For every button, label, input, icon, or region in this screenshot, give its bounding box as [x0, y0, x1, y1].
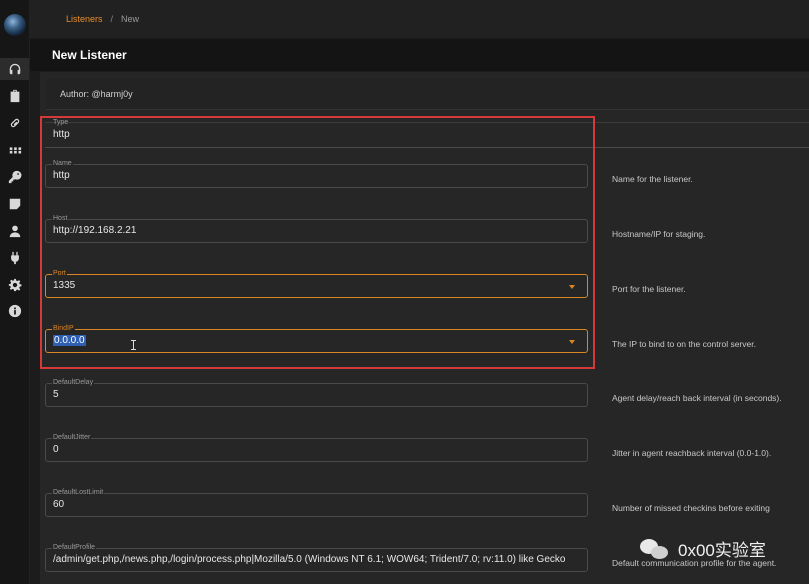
default-delay-field[interactable] — [45, 383, 588, 407]
port-help: Port for the listener. — [612, 284, 686, 294]
grid-icon[interactable] — [0, 139, 29, 161]
page-title: New Listener — [52, 48, 127, 62]
note-icon[interactable] — [0, 193, 29, 215]
user-icon[interactable] — [0, 220, 29, 242]
default-delay-label: DefaultDelay — [52, 379, 95, 387]
author-row: Author: @harmj0y — [46, 79, 809, 110]
top-bar: Listeners / New — [30, 0, 809, 38]
watermark-text: 0x00实验室 — [678, 541, 766, 560]
watermark: 0x00实验室 — [640, 536, 766, 561]
breadcrumb-current: New — [121, 14, 140, 24]
bindip-help: The IP to bind to on the control server. — [612, 339, 756, 349]
default-lost-limit-label: DefaultLostLimit — [52, 489, 105, 497]
default-jitter-label: DefaultJitter — [52, 434, 92, 442]
breadcrumb-separator: / — [110, 14, 114, 24]
app-logo[interactable] — [4, 14, 26, 36]
briefcase-icon[interactable] — [0, 85, 29, 107]
host-help: Hostname/IP for staging. — [612, 229, 706, 239]
name-help: Name for the listener. — [612, 174, 693, 184]
headphones-icon[interactable] — [0, 58, 29, 80]
info-icon[interactable] — [0, 300, 29, 322]
default-profile-value[interactable]: /admin/get.php,/news.php,/login/process.… — [53, 554, 583, 565]
default-delay-value[interactable]: 5 — [53, 389, 59, 400]
breadcrumb: Listeners / New — [66, 14, 139, 24]
plug-icon[interactable] — [0, 247, 29, 269]
default-delay-help: Agent delay/reach back interval (in seco… — [612, 393, 782, 403]
highlight-box — [40, 116, 595, 369]
sidebar-rail — [0, 0, 30, 584]
title-bar: New Listener — [30, 39, 809, 71]
default-lost-limit-value[interactable]: 60 — [53, 499, 64, 510]
default-jitter-value[interactable]: 0 — [53, 444, 59, 455]
default-lost-limit-field[interactable] — [45, 493, 588, 517]
default-jitter-help: Jitter in agent reachback interval (0.0-… — [612, 448, 772, 458]
default-profile-label: DefaultProfile — [52, 544, 97, 552]
gear-icon[interactable] — [0, 274, 29, 296]
default-jitter-field[interactable] — [45, 438, 588, 462]
key-icon[interactable] — [0, 166, 29, 188]
breadcrumb-listeners-link[interactable]: Listeners — [66, 14, 103, 24]
link-icon[interactable] — [0, 112, 29, 134]
default-lost-limit-help: Number of missed checkins before exiting — [612, 503, 770, 513]
author-text: Author: @harmj0y — [60, 89, 133, 99]
wechat-icon — [640, 538, 670, 560]
